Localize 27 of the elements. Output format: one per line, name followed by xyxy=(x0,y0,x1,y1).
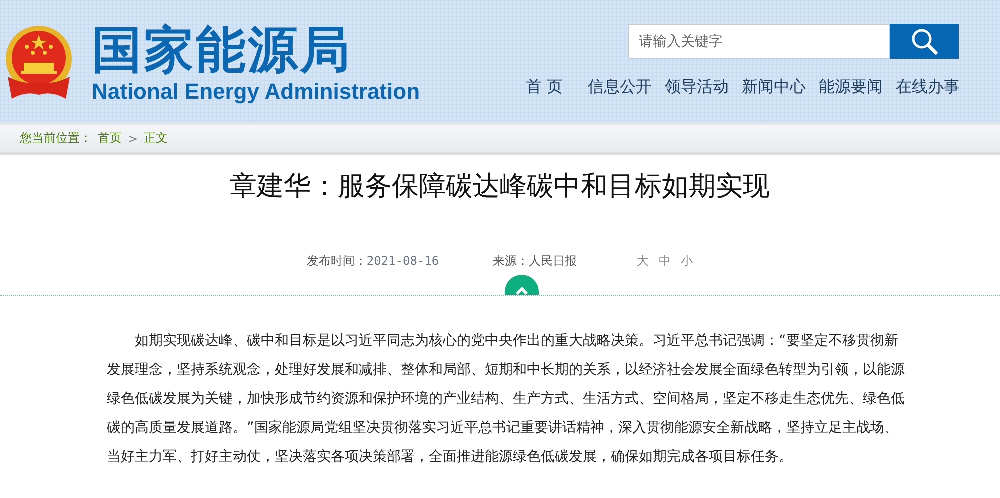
breadcrumb-label: 您当前位置： xyxy=(20,130,92,147)
search-icon xyxy=(910,28,938,56)
nav-link[interactable]: 首 页 xyxy=(526,77,563,98)
nav-link[interactable]: 能源要闻 xyxy=(819,77,883,98)
breadcrumb-link[interactable]: 首页 xyxy=(98,130,122,147)
chevron-up-icon xyxy=(515,286,529,295)
nav-link[interactable]: 新闻中心 xyxy=(742,77,806,98)
font-size-link[interactable]: 大 xyxy=(637,252,650,270)
article-title: 章建华：服务保障碳达峰碳中和目标如期实现 xyxy=(229,170,771,204)
nav-link[interactable]: 信息公开 xyxy=(588,77,652,98)
search-field[interactable]: 请输入关键字 xyxy=(628,24,890,59)
nav-link[interactable]: 在线办事 xyxy=(896,77,960,98)
collapse-button[interactable] xyxy=(505,275,539,295)
site-name: 国家能源局 xyxy=(92,20,353,78)
article-paragraph: 如期实现碳达峰、碳中和目标是以习近平同志为核心的党中央作出的重大战略决策。习近平总书记强调：“要坚定不移贯彻新发展理念，坚持系统观念，处理好发展和减排、整体和局部、短期和中长期的关系，以经济社会发展全面绿色转型为引领，以能源绿色低碳发展为关键，加快形成节约资源和保护环境的产业结构、生产方式、生活方式、空间格局，坚定不移走生态优先、绿色低碳的高质量发展道路。”国家能源局党组坚决贯彻落实习近平总书记重要讲话精神，深入贯彻能源安全新战略，坚持立足主战场、当好主力军、打好主动仗，坚决落实各项决策部署，全面推进能源绿色低碳发展，确保如期完成各项目标任务。 xyxy=(107,332,905,467)
font-size-link[interactable]: 小 xyxy=(681,252,694,270)
breadcrumb-link[interactable]: 正文 xyxy=(144,130,168,147)
site-name-english: National Energy Administration xyxy=(92,78,420,104)
date-label: 发布时间： xyxy=(306,252,367,270)
publish-date: 2021-08-16 xyxy=(366,254,440,268)
font-size-link[interactable]: 中 xyxy=(659,252,672,270)
nav-link[interactable]: 领导活动 xyxy=(665,77,729,98)
source-label: 来源： xyxy=(493,252,530,270)
source-name: 人民日报 xyxy=(529,252,578,270)
breadcrumb-separator: > xyxy=(128,132,138,146)
emblem-icon xyxy=(4,24,74,100)
search-button[interactable] xyxy=(890,24,959,59)
